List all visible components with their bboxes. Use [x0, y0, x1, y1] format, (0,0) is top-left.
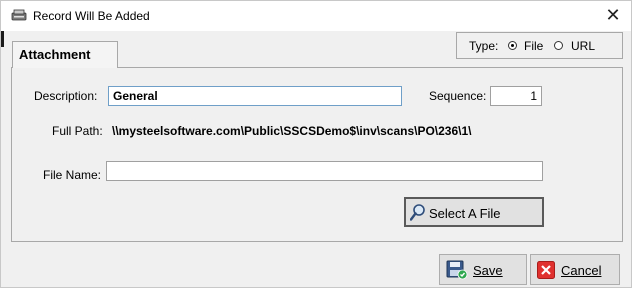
description-input[interactable] — [108, 86, 402, 106]
window-title: Record Will Be Added — [33, 9, 150, 23]
cancel-button[interactable]: Cancel — [530, 254, 620, 285]
cancel-label: Cancel — [561, 263, 602, 278]
save-button[interactable]: Save — [439, 254, 527, 285]
select-file-label: Select A File — [429, 206, 501, 221]
type-file-radio[interactable] — [508, 41, 517, 50]
record-dialog: Record Will Be Added ✕ Attachment Type: … — [0, 0, 632, 288]
close-button[interactable]: ✕ — [595, 1, 631, 31]
tab-attachment[interactable]: Attachment — [12, 41, 118, 68]
close-icon: ✕ — [605, 5, 621, 25]
full-path-label: Full Path: — [52, 124, 103, 138]
type-file-label[interactable]: File — [524, 39, 543, 53]
save-label: Save — [473, 263, 503, 278]
scanner-icon — [11, 9, 27, 22]
type-url-label[interactable]: URL — [571, 39, 595, 53]
full-path-value: \\mysteelsoftware.com\Public\SSCSDemo$\i… — [112, 124, 472, 138]
floppy-disk-icon — [446, 260, 468, 283]
file-name-input[interactable] — [106, 161, 543, 181]
sequence-label: Sequence: — [429, 89, 487, 103]
magnifier-icon — [409, 204, 426, 225]
sequence-input[interactable] — [490, 86, 542, 106]
type-label: Type: — [469, 39, 499, 53]
file-name-label: File Name: — [43, 168, 102, 182]
type-selector: Type: File URL — [456, 32, 623, 59]
description-label: Description: — [34, 89, 98, 103]
type-url-radio[interactable] — [554, 41, 563, 50]
red-x-icon — [537, 261, 555, 282]
select-file-button[interactable]: Select A File — [404, 197, 544, 227]
tab-attachment-label: Attachment — [19, 47, 91, 62]
title-bar: Record Will Be Added ✕ — [1, 1, 631, 31]
